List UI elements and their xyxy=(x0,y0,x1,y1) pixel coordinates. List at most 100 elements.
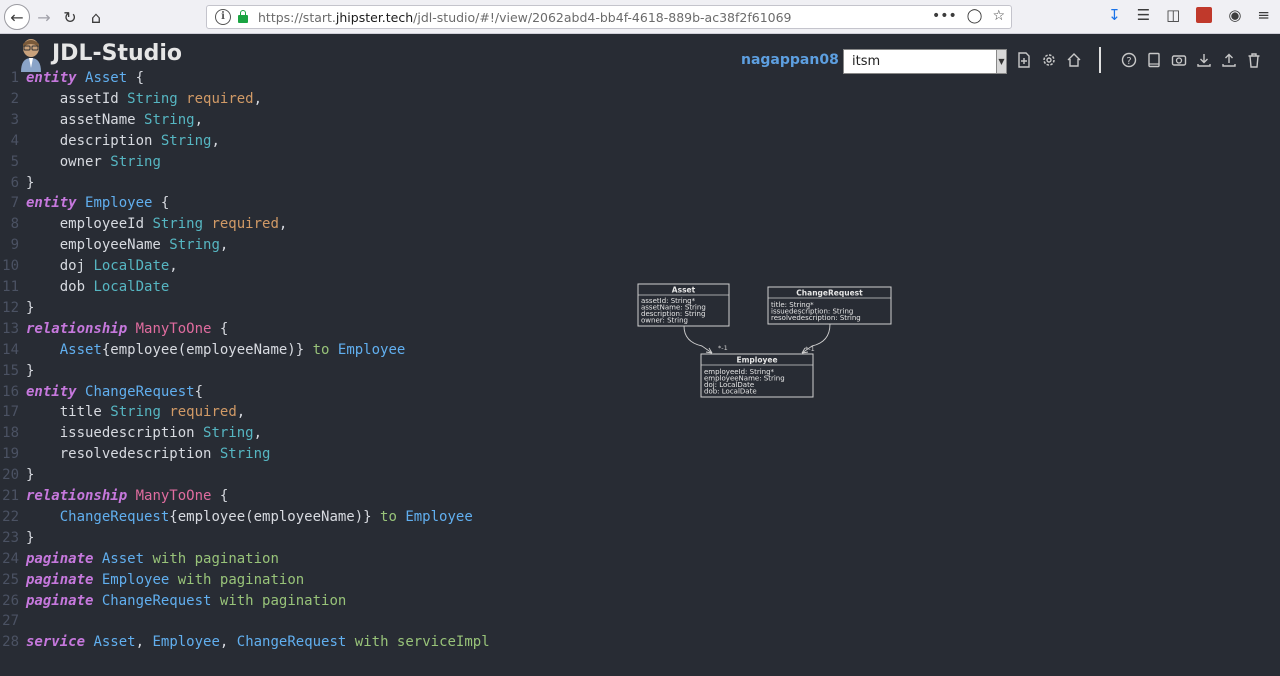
trash-icon[interactable] xyxy=(1246,51,1262,69)
code-line[interactable]: 14 Asset{employee(employeeName)} to Empl… xyxy=(0,340,405,361)
code-line[interactable]: 21 relationship ManyToOne { xyxy=(0,486,228,507)
info-icon[interactable]: i xyxy=(215,9,231,25)
multiplicity-label: *-1 xyxy=(718,344,728,352)
code-line[interactable]: 5 owner String xyxy=(0,152,161,173)
line-number: 26 xyxy=(2,592,19,609)
entity-diagram[interactable]: Asset assetId: String* assetName: String… xyxy=(630,280,900,404)
download-icon[interactable] xyxy=(1196,51,1212,69)
code-line[interactable]: 12} xyxy=(0,298,34,319)
entity-field: resolvedescription: String xyxy=(771,314,861,322)
code-line[interactable]: 9 employeeName String, xyxy=(0,235,229,256)
code-token: employeeId xyxy=(26,216,153,233)
pocket-icon[interactable]: ◯ xyxy=(967,8,983,24)
line-number: 21 xyxy=(2,488,19,504)
chevron-down-icon[interactable]: ▼ xyxy=(996,50,1006,73)
entity-box-asset[interactable]: Asset assetId: String* assetName: String… xyxy=(637,283,730,327)
reload-icon[interactable]: ↻ xyxy=(58,5,82,29)
extension-icon[interactable] xyxy=(1196,7,1213,23)
code-token: String xyxy=(203,425,254,442)
code-token: } xyxy=(26,362,35,379)
code-line[interactable]: 24 paginate Asset with pagination xyxy=(0,549,279,570)
code-line[interactable]: 3 assetName String, xyxy=(0,110,203,131)
line-number: 28 xyxy=(2,634,19,651)
svg-text:?: ? xyxy=(1126,56,1131,67)
code-line[interactable]: 6} xyxy=(0,173,35,194)
line-number: 3 xyxy=(10,111,19,128)
lock-icon xyxy=(238,10,248,23)
code-token: assetName xyxy=(26,111,145,128)
header-divider xyxy=(1099,47,1101,73)
code-line[interactable]: 7 entity Employee { xyxy=(0,193,170,214)
code-token: paginate xyxy=(26,571,94,588)
line-number: 16 xyxy=(2,383,19,400)
code-line[interactable]: 8 employeeId String required, xyxy=(0,214,288,235)
address-bar[interactable]: i https://start.jhipster.tech/jdl-studio… xyxy=(206,5,1012,29)
book-icon[interactable] xyxy=(1146,51,1162,69)
line-number: 4 xyxy=(10,132,19,149)
code-token: paginate xyxy=(26,592,94,609)
settings-icon[interactable] xyxy=(1041,51,1057,69)
url-text[interactable]: https://start.jhipster.tech/jdl-studio/#… xyxy=(258,10,792,25)
code-line[interactable]: 20} xyxy=(0,465,34,486)
account-icon[interactable]: ◉ xyxy=(1228,6,1241,24)
code-token: } xyxy=(26,529,35,546)
code-token: issuedescription xyxy=(26,425,204,442)
code-token: title xyxy=(26,404,111,421)
code-line[interactable]: 1 entity Asset { xyxy=(0,68,144,89)
entity-box-changerequest[interactable]: ChangeRequest title: String* issuedescri… xyxy=(767,286,892,325)
code-line[interactable]: 2 assetId String required, xyxy=(0,89,262,110)
code-token: with serviceImpl xyxy=(354,634,490,651)
code-line[interactable]: 11 dob LocalDate xyxy=(0,277,169,298)
jhipster-logo-icon xyxy=(21,39,41,72)
code-line[interactable]: 16 entity ChangeRequest{ xyxy=(0,382,203,403)
entity-box-employee[interactable]: Employee employeeId: String* employeeNam… xyxy=(700,353,814,398)
code-line[interactable]: 22 ChangeRequest{employee(employeeName)}… xyxy=(0,507,473,528)
upload-icon[interactable] xyxy=(1221,51,1237,69)
code-line[interactable]: 26 paginate ChangeRequest with pagination xyxy=(0,591,346,612)
line-number: 27 xyxy=(2,613,19,630)
bookmark-star-icon[interactable]: ☆ xyxy=(992,8,1005,24)
code-token: entity xyxy=(26,383,77,400)
line-number: 7 xyxy=(10,195,19,212)
username-link[interactable]: nagappan08 xyxy=(741,52,839,68)
code-token: String xyxy=(219,446,271,463)
code-line[interactable]: 17 title String required, xyxy=(0,402,245,423)
code-line[interactable]: 13 relationship ManyToOne { xyxy=(0,319,228,340)
code-line[interactable]: 28 service Asset, Employee, ChangeRequest… xyxy=(0,632,490,653)
camera-icon[interactable] xyxy=(1171,51,1187,69)
code-token: owner xyxy=(26,153,111,170)
code-line[interactable]: 27 xyxy=(0,611,26,632)
code-line[interactable]: 23} xyxy=(0,528,34,549)
page-actions-icon[interactable]: ••• xyxy=(932,8,957,24)
home-icon[interactable]: ⌂ xyxy=(84,5,108,29)
new-file-icon[interactable] xyxy=(1016,51,1032,69)
forward-arrow-icon[interactable]: → xyxy=(32,5,56,29)
code-line[interactable]: 4 description String, xyxy=(0,131,220,152)
code-line[interactable]: 15} xyxy=(0,361,34,382)
code-line[interactable]: 25 paginate Employee with pagination xyxy=(0,570,304,591)
back-arrow-icon[interactable]: ← xyxy=(4,4,30,30)
line-number: 8 xyxy=(10,216,19,233)
code-line[interactable]: 19 resolvedescription String xyxy=(0,444,270,465)
code-token: to xyxy=(312,341,330,358)
diagram-select[interactable]: itsm ▼ xyxy=(843,49,1007,74)
code-line[interactable]: 18 issuedescription String, xyxy=(0,423,262,444)
code-token: } xyxy=(26,174,35,191)
library-icon[interactable]: ☰ xyxy=(1137,6,1150,24)
sidebar-icon[interactable]: ◫ xyxy=(1166,6,1180,24)
entity-title: ChangeRequest xyxy=(796,289,863,298)
line-number: 6 xyxy=(10,174,19,191)
help-icon[interactable]: ? xyxy=(1121,51,1137,69)
code-token: ChangeRequest xyxy=(59,508,170,525)
line-number: 9 xyxy=(10,237,19,254)
code-token: Asset xyxy=(93,634,136,651)
code-token: String xyxy=(110,404,161,421)
downloads-icon[interactable]: ↧ xyxy=(1108,6,1121,24)
line-number: 18 xyxy=(2,425,19,442)
menu-icon[interactable]: ≡ xyxy=(1257,6,1270,24)
code-line[interactable]: 10 doj LocalDate, xyxy=(0,256,178,277)
home-icon[interactable] xyxy=(1066,51,1082,69)
